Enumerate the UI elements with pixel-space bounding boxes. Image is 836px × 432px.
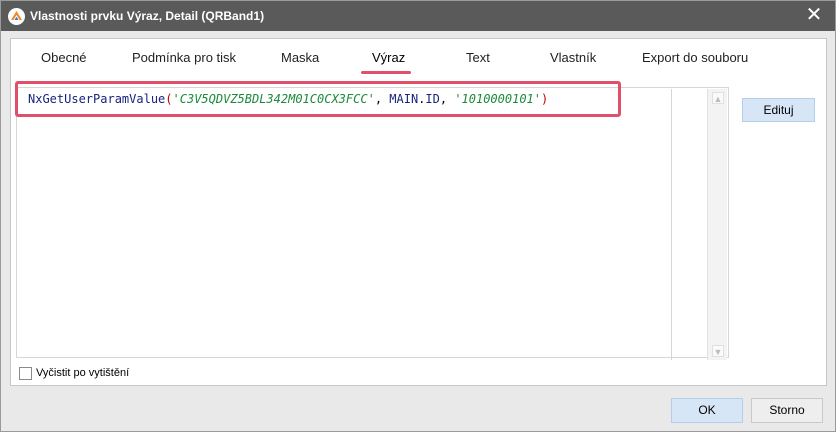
code-close-paren: ) xyxy=(541,92,549,106)
code-argument-3: '1010000101' xyxy=(454,92,542,106)
tab-export-do-souboru[interactable]: Export do souboru xyxy=(642,50,748,65)
editor-vertical-scrollbar[interactable]: ▲ ▼ xyxy=(707,89,727,360)
code-separator-2: , xyxy=(439,92,455,106)
active-tab-indicator xyxy=(361,71,411,74)
properties-dialog: Vlastnosti prvku Výraz, Detail (QRBand1)… xyxy=(0,0,836,432)
ok-button[interactable]: OK xyxy=(671,398,743,423)
clear-after-print-label: Vyčistit po vytištění xyxy=(36,367,130,379)
tab-text[interactable]: Text xyxy=(466,50,490,65)
tab-obecne[interactable]: Obecné xyxy=(41,50,87,65)
expression-code-line: NxGetUserParamValue('C3V5QDVZ5BDL342M01C… xyxy=(28,91,548,107)
clear-after-print-checkbox[interactable] xyxy=(19,366,32,380)
code-separator-1: , xyxy=(374,92,390,106)
code-argument-1: 'C3V5QDVZ5BDL342M01C0CX3FCC' xyxy=(172,92,375,106)
editor-gutter xyxy=(671,89,697,360)
code-open-paren: ( xyxy=(165,92,173,106)
expression-editor[interactable]: NxGetUserParamValue('C3V5QDVZ5BDL342M01C… xyxy=(16,87,729,358)
close-button[interactable]: ✕ xyxy=(801,4,827,28)
tab-vlastnik[interactable]: Vlastník xyxy=(550,50,596,65)
app-logo-icon xyxy=(8,8,25,25)
clear-after-print-option[interactable]: Vyčistit po vytištění xyxy=(19,365,129,381)
edit-button[interactable]: Edituj xyxy=(742,98,815,122)
scroll-up-arrow-icon[interactable]: ▲ xyxy=(712,92,724,104)
tab-maska[interactable]: Maska xyxy=(281,50,319,65)
title-bar: Vlastnosti prvku Výraz, Detail (QRBand1)… xyxy=(1,1,835,31)
scroll-down-arrow-icon[interactable]: ▼ xyxy=(712,345,724,357)
code-argument-2-object: MAIN xyxy=(389,92,419,106)
code-argument-2-field: ID xyxy=(425,92,440,106)
cancel-button[interactable]: Storno xyxy=(751,398,823,423)
code-function-name: NxGetUserParamValue xyxy=(28,92,166,106)
tab-bar: Obecné Podmínka pro tisk Maska Výraz Tex… xyxy=(11,39,826,77)
tab-podminka-pro-tisk[interactable]: Podmínka pro tisk xyxy=(132,50,236,65)
tab-vyraz[interactable]: Výraz xyxy=(372,50,405,65)
window-title: Vlastnosti prvku Výraz, Detail (QRBand1) xyxy=(30,9,265,23)
